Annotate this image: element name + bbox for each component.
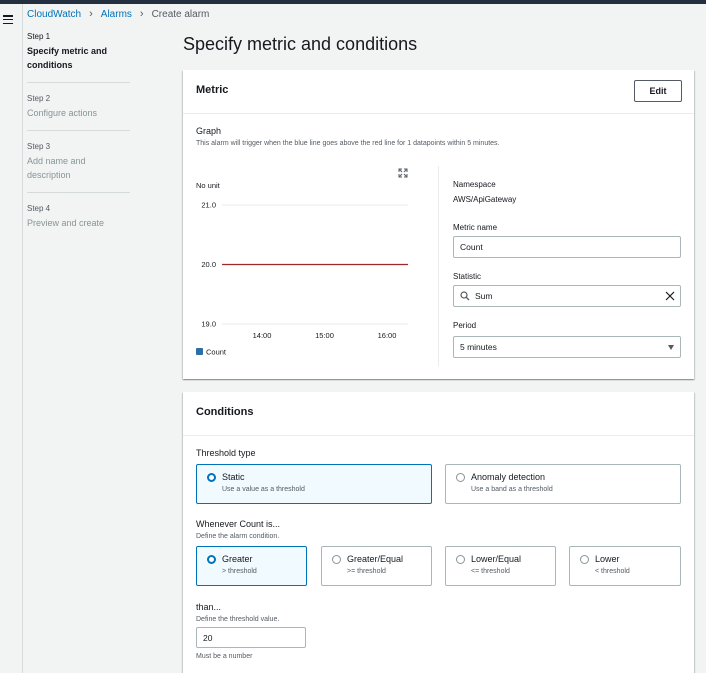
- step-title: Add name and description: [27, 156, 86, 180]
- period-select[interactable]: 5 minutes: [453, 336, 681, 358]
- option-desc: >= threshold: [347, 568, 386, 575]
- step-number: Step 1: [27, 32, 51, 41]
- period-label: Period: [453, 321, 477, 330]
- threshold-type-static[interactable]: Static Use a value as a threshold: [196, 464, 432, 504]
- operator-lower[interactable]: Lower < threshold: [569, 546, 681, 586]
- left-rail: [0, 4, 23, 673]
- chevron-right-icon: ›: [89, 8, 93, 20]
- threshold-type-label: Threshold type: [196, 448, 256, 458]
- step-number: Step 2: [27, 94, 51, 103]
- step-1: Step 1 Specify metric and conditions: [27, 32, 130, 83]
- period-value: 5 minutes: [460, 342, 497, 352]
- metric-name-input[interactable]: Count: [453, 236, 681, 258]
- radio-unselected[interactable]: [456, 473, 465, 482]
- operator-greater[interactable]: Greater > threshold: [196, 546, 307, 586]
- graph-label: Graph: [196, 126, 222, 136]
- step-3: Step 3 Add name and description: [27, 142, 130, 193]
- radio-selected[interactable]: [207, 473, 216, 482]
- radio-unselected[interactable]: [332, 555, 341, 564]
- option-title: Greater: [222, 554, 253, 564]
- panel-divider: [438, 166, 439, 366]
- than-desc: Define the threshold value.: [196, 616, 280, 623]
- metric-name-label: Metric name: [453, 223, 498, 232]
- statistic-input[interactable]: Sum: [453, 285, 681, 307]
- chevron-right-icon: ›: [139, 8, 144, 20]
- metric-header: Metric: [196, 84, 229, 96]
- conditions-panel-header: Conditions: [183, 392, 694, 436]
- whenever-desc: Define the alarm condition.: [196, 533, 280, 540]
- metric-panel: Metric Edit Graph This alarm will trigge…: [183, 70, 694, 379]
- step-title: Specify metric and conditions: [27, 46, 108, 70]
- statistic-value: Sum: [475, 291, 493, 301]
- statistic-label: Statistic: [453, 272, 482, 281]
- graph-description: This alarm will trigger when the blue li…: [196, 140, 500, 147]
- edit-button[interactable]: Edit: [634, 80, 682, 102]
- threshold-hint: Must be a number: [196, 653, 253, 660]
- threshold-type-anomaly[interactable]: Anomaly detection Use a band as a thresh…: [445, 464, 681, 504]
- clear-icon[interactable]: [665, 291, 675, 301]
- caret-down-icon: [668, 345, 674, 350]
- step-title: Preview and create: [27, 218, 105, 228]
- breadcrumb-alarms[interactable]: Alarms: [101, 9, 132, 20]
- metric-name-value: Count: [460, 242, 483, 252]
- step-2: Step 2 Configure actions: [27, 94, 130, 131]
- threshold-value: 20: [203, 632, 213, 643]
- operator-greater-equal[interactable]: Greater/Equal >= threshold: [321, 546, 432, 586]
- hamburger-menu-icon[interactable]: [3, 15, 13, 25]
- threshold-value-input[interactable]: 20: [196, 627, 306, 648]
- conditions-panel: Conditions Threshold type Static Use a v…: [183, 392, 694, 673]
- x-tick-label: 14:00: [253, 331, 272, 340]
- option-desc: < threshold: [595, 568, 630, 575]
- step-number: Step 3: [27, 142, 51, 151]
- option-title: Static: [222, 472, 245, 482]
- than-label: than...: [196, 602, 222, 612]
- search-icon: [460, 291, 470, 301]
- radio-selected[interactable]: [207, 555, 216, 564]
- step-title: Configure actions: [27, 108, 98, 118]
- option-title: Greater/Equal: [347, 554, 404, 564]
- option-title: Lower/Equal: [471, 554, 522, 564]
- breadcrumb: CloudWatch › Alarms › Create alarm: [27, 8, 209, 20]
- option-desc: Use a band as a threshold: [471, 486, 553, 493]
- wizard-steps: Step 1 Specify metric and conditions Ste…: [27, 32, 130, 251]
- x-tick-label: 15:00: [315, 331, 334, 340]
- option-desc: > threshold: [222, 568, 257, 575]
- option-desc: <= threshold: [471, 568, 510, 575]
- legend-swatch: [196, 348, 203, 355]
- breadcrumb-cloudwatch[interactable]: CloudWatch: [27, 9, 81, 20]
- option-title: Anomaly detection: [471, 472, 546, 482]
- step-number: Step 4: [27, 204, 51, 213]
- conditions-header: Conditions: [196, 406, 254, 418]
- x-tick-label: 16:00: [378, 331, 397, 340]
- y-axis-unit: No unit: [196, 181, 221, 190]
- option-title: Lower: [595, 554, 620, 564]
- expand-icon[interactable]: [398, 168, 408, 178]
- y-tick-label: 21.0: [201, 201, 216, 210]
- y-tick-label: 19.0: [201, 320, 216, 329]
- step-4: Step 4 Preview and create: [27, 204, 130, 240]
- whenever-label: Whenever Count is...: [196, 519, 281, 529]
- legend-label: Count: [206, 348, 227, 357]
- page-title: Specify metric and conditions: [183, 34, 418, 54]
- namespace-label: Namespace: [453, 180, 496, 189]
- metric-panel-header: Metric Edit: [183, 70, 694, 114]
- namespace-value: AWS/ApiGateway: [453, 195, 517, 204]
- breadcrumb-current: Create alarm: [151, 8, 210, 20]
- top-bar: [0, 0, 706, 4]
- radio-unselected[interactable]: [456, 555, 465, 564]
- metric-chart: No unit 21.0 20.0 19.0 14:00 15:00 16:00 Count: [196, 181, 408, 357]
- radio-unselected[interactable]: [580, 555, 589, 564]
- option-desc: Use a value as a threshold: [222, 486, 305, 493]
- operator-lower-equal[interactable]: Lower/Equal <= threshold: [445, 546, 556, 586]
- y-tick-label: 20.0: [201, 260, 216, 269]
